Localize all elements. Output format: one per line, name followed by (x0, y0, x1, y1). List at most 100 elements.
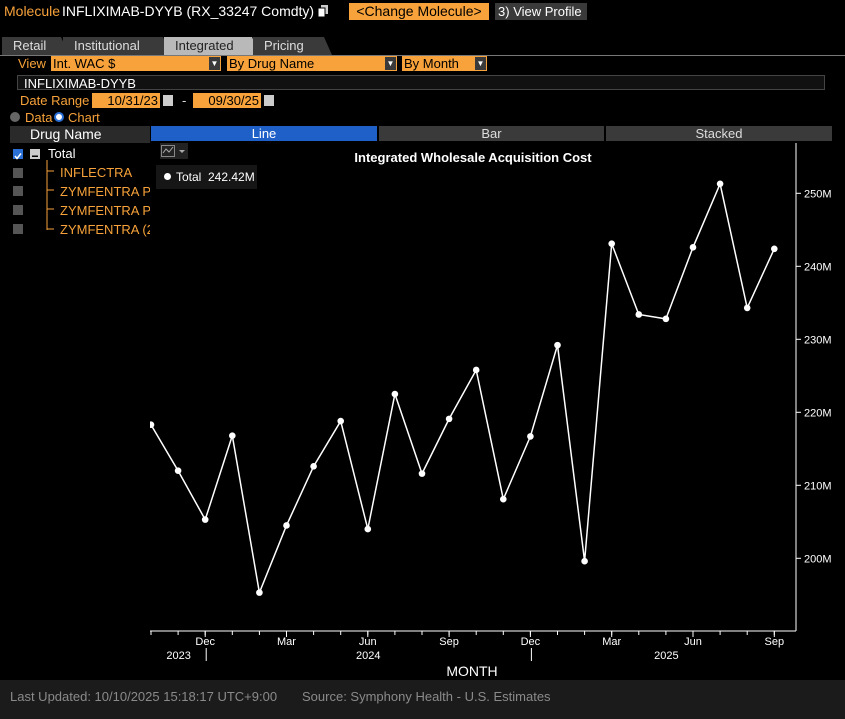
data-radio-label[interactable]: Data (25, 110, 52, 125)
tab-institutional[interactable]: Institutional (63, 37, 171, 55)
tree-lines (46, 160, 54, 230)
legend-value: 242.42M (208, 170, 255, 184)
view-profile-label: View Profile (513, 4, 582, 19)
y-tick-label: 220M (804, 407, 832, 419)
data-point (635, 311, 643, 318)
data-point (472, 366, 480, 374)
x-tick-label: Dec (195, 636, 215, 648)
drug-checkbox[interactable] (13, 205, 23, 215)
chart-legend: Total 242.42M (156, 165, 257, 189)
line-chart: 200M 210M 220M 230M 240M 250M Dec Mar Jun Sep Dec M… (147, 143, 832, 679)
header-bar: Molecule INFLIXIMAB-DYYB (RX_33247 Comdt… (0, 0, 845, 24)
chevron-down-icon: ▼ (385, 57, 396, 70)
chart-tab-stacked[interactable]: Stacked (606, 126, 832, 141)
chart-radio-label[interactable]: Chart (68, 110, 100, 125)
y-tick-label: 200M (804, 553, 832, 565)
y-tick-label: 230M (804, 334, 832, 346)
y-tick-label: 210M (804, 480, 832, 492)
x-tick-label: Jun (359, 636, 377, 648)
x-tick-label: Mar (602, 636, 621, 648)
chart-style-selector[interactable] (160, 143, 188, 159)
chart-area: 200M 210M 220M 230M 240M 250M Dec Mar Jun Sep Dec M… (147, 141, 832, 680)
data-point (445, 415, 453, 423)
x-year-label: 2023 (166, 650, 190, 662)
x-tick-label: Sep (765, 636, 785, 648)
molecule-ticker: INFLIXIMAB-DYYB (RX_33247 Comdty) (62, 3, 315, 19)
data-point (500, 495, 507, 503)
data-point (662, 315, 670, 323)
date-range-label: Date Range (20, 93, 90, 108)
drug-list-header: Drug Name (10, 126, 150, 143)
data-point (771, 245, 778, 253)
data-point (147, 421, 155, 429)
footer-bar: Last Updated: 10/10/2025 15:18:17 UTC+9:… (0, 680, 845, 719)
calendar-icon[interactable] (163, 95, 173, 106)
drug-checkbox[interactable] (13, 186, 23, 196)
chart-tab-line[interactable]: Line (151, 126, 377, 141)
calendar-icon[interactable] (264, 95, 274, 106)
data-point (527, 433, 534, 440)
data-radio[interactable] (10, 112, 20, 122)
data-point (743, 304, 751, 312)
data-point (554, 341, 561, 349)
chevron-down-icon: ▼ (475, 57, 486, 70)
chevron-down-icon: ▼ (209, 57, 220, 70)
data-point (310, 463, 317, 470)
x-tick-label: Dec (521, 636, 541, 648)
total-checkbox[interactable] (13, 149, 23, 160)
drug-checkbox[interactable] (13, 168, 23, 178)
tab-retail[interactable]: Retail (2, 37, 69, 55)
data-point (201, 516, 209, 523)
drug-total-label[interactable]: Total (48, 146, 75, 161)
data-point (337, 417, 344, 425)
x-tick-label: Sep (439, 636, 459, 648)
data-point (608, 240, 615, 247)
chart-title: Integrated Wholesale Acquisition Cost (354, 150, 592, 165)
drug-checkbox[interactable] (13, 224, 23, 234)
data-source: Source: Symphony Health - U.S. Estimates (302, 689, 551, 704)
molecule-label: Molecule (4, 3, 61, 19)
data-point (256, 589, 263, 596)
drug-item[interactable]: INFLECTRA (60, 165, 132, 180)
tab-pricing[interactable]: Pricing (253, 37, 332, 55)
data-point (229, 432, 236, 439)
x-tick-label: Mar (277, 636, 296, 648)
data-point (581, 557, 588, 565)
data-point (174, 467, 182, 475)
x-year-label: 2024 (356, 650, 380, 662)
molecule-filter[interactable]: INFLIXIMAB-DYYB (17, 75, 825, 91)
end-date-field[interactable]: 09/30/25 (193, 93, 261, 108)
data-point (716, 180, 724, 188)
change-molecule-button[interactable]: <Change Molecule> (349, 3, 489, 20)
y-tick-label: 250M (804, 188, 832, 200)
main-tabs: Retail Institutional Integrated Pricing (0, 37, 845, 56)
y-tick-label: 240M (804, 261, 832, 273)
data-point (689, 244, 697, 251)
start-date-field[interactable]: 10/31/23 (92, 93, 160, 108)
drug-list-header-label: Drug Name (30, 126, 102, 142)
group-by-value: By Drug Name (229, 56, 315, 71)
data-point (283, 522, 290, 529)
data-point (418, 470, 426, 477)
collapse-icon[interactable] (30, 149, 40, 159)
chart-radio[interactable] (54, 112, 64, 122)
metric-value: Int. WAC $ (53, 56, 116, 71)
data-point (391, 390, 399, 398)
legend-marker-icon (164, 173, 171, 180)
series-line-total (150, 181, 775, 596)
legend-series: Total (176, 170, 202, 184)
data-point (364, 525, 372, 533)
last-updated: Last Updated: 10/10/2025 15:18:17 UTC+9:… (10, 689, 278, 704)
x-year-label: 2025 (654, 650, 678, 662)
period-dropdown[interactable]: By Month ▼ (402, 56, 487, 71)
group-by-dropdown[interactable]: By Drug Name ▼ (227, 56, 397, 71)
x-tick-label: Jun (684, 636, 702, 648)
date-separator: - (182, 93, 187, 108)
period-value: By Month (404, 56, 459, 71)
chart-tab-bar[interactable]: Bar (379, 126, 604, 141)
view-profile-button[interactable]: 3) View Profile (495, 3, 587, 20)
tab-integrated[interactable]: Integrated (164, 37, 260, 55)
x-axis-label: MONTH (446, 663, 497, 679)
metric-dropdown[interactable]: Int. WAC $ ▼ (51, 56, 221, 71)
copy-icon[interactable] (317, 5, 328, 18)
